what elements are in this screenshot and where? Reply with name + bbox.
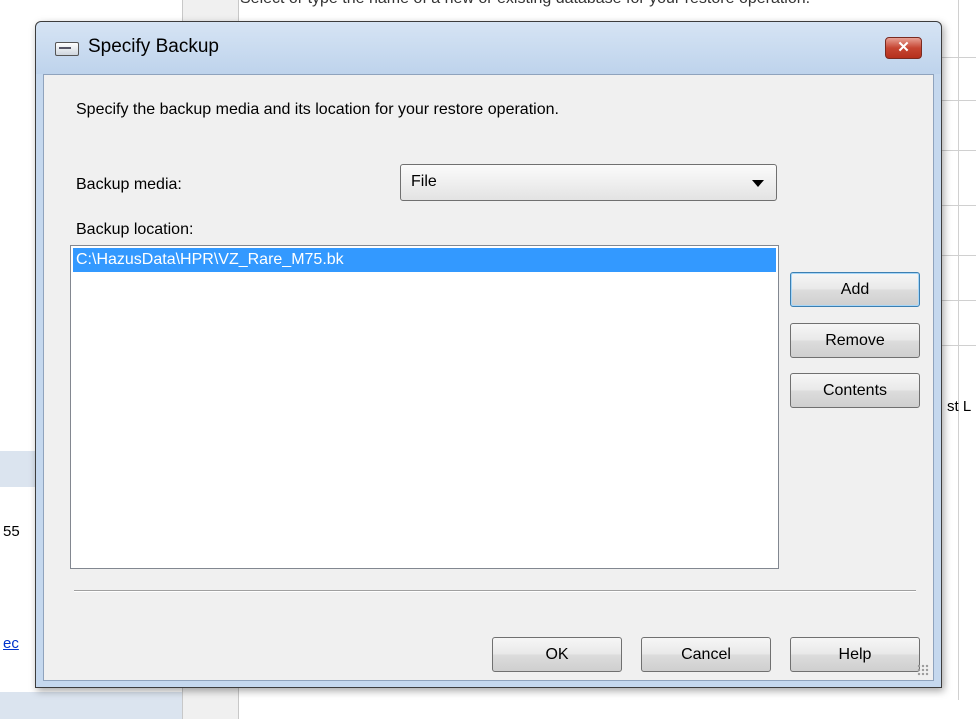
list-item[interactable]: C:\HazusData\HPR\VZ_Rare_M75.bk	[73, 248, 776, 272]
background-grid-line	[936, 345, 976, 346]
contents-button[interactable]: Contents	[790, 373, 920, 408]
background-grid-line	[936, 150, 976, 151]
background-grid-line	[936, 100, 976, 101]
background-number: 55	[3, 523, 20, 540]
background-grid-line	[936, 300, 976, 301]
specify-backup-dialog: Specify Backup ✕ Specify the backup medi…	[35, 21, 942, 688]
backup-media-value: File	[411, 173, 437, 190]
background-grid-line	[936, 205, 976, 206]
backup-location-label: Backup location:	[76, 221, 194, 238]
dialog-client-area: Specify the backup media and its locatio…	[43, 74, 934, 681]
background-right-text: st L	[947, 398, 972, 415]
instructions-text: Specify the backup media and its locatio…	[76, 101, 559, 118]
background-grid-line	[936, 255, 976, 256]
add-button[interactable]: Add	[790, 272, 920, 307]
dialog-title-bar[interactable]: Specify Backup ✕	[36, 22, 941, 74]
background-grid-line	[936, 57, 976, 58]
resize-grip-icon[interactable]	[917, 664, 929, 676]
backup-location-list[interactable]: C:\HazusData\HPR\VZ_Rare_M75.bk	[70, 245, 779, 569]
chevron-down-icon	[752, 180, 764, 187]
background-panel-band	[0, 692, 182, 719]
close-icon: ✕	[897, 39, 910, 56]
ok-button[interactable]: OK	[492, 637, 622, 672]
remove-button[interactable]: Remove	[790, 323, 920, 358]
background-header-text: Select or type the name of a new or exis…	[240, 0, 810, 8]
background-link[interactable]: ec	[3, 635, 19, 652]
window-icon	[55, 42, 79, 56]
close-button[interactable]: ✕	[885, 37, 922, 59]
dialog-title: Specify Backup	[88, 36, 219, 57]
separator	[74, 590, 916, 592]
cancel-button[interactable]: Cancel	[641, 637, 771, 672]
help-button[interactable]: Help	[790, 637, 920, 672]
backup-media-select[interactable]: File	[400, 164, 777, 201]
backup-media-label: Backup media:	[76, 176, 182, 193]
